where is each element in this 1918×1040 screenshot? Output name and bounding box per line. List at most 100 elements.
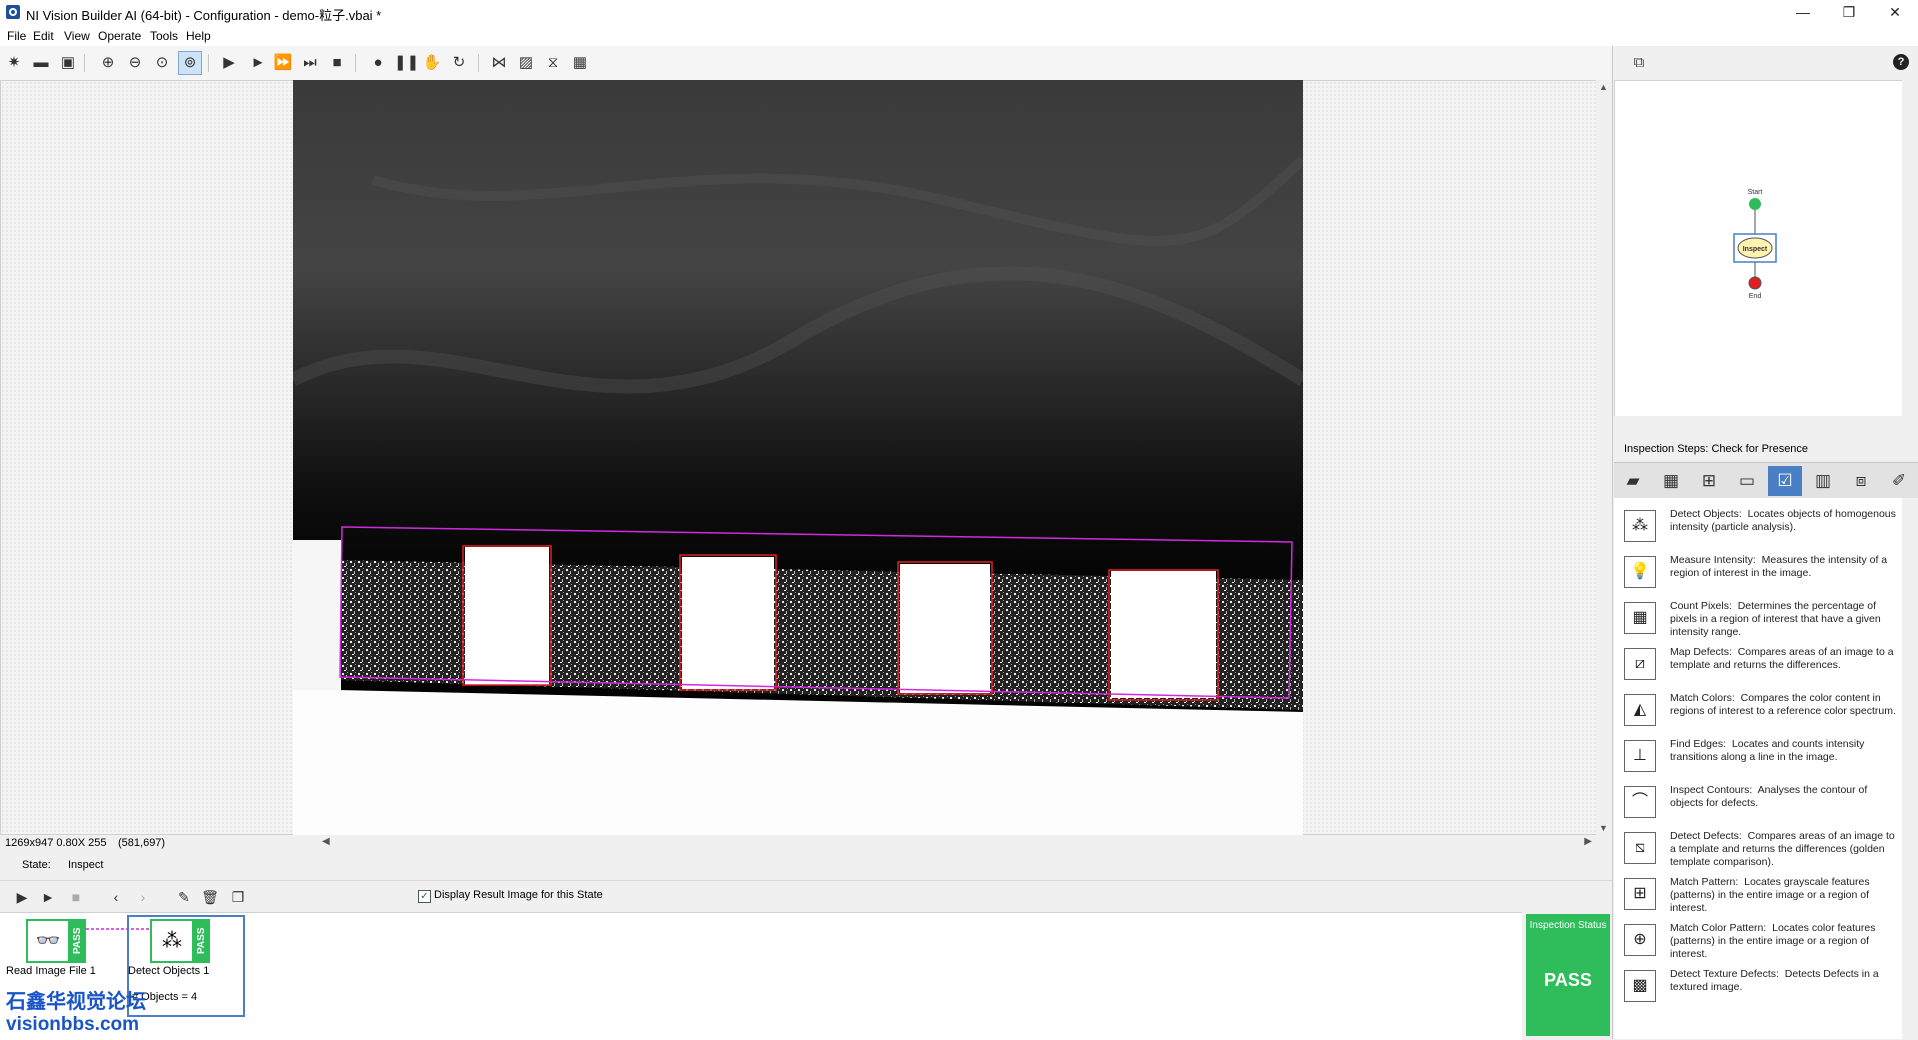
image-icon[interactable]: ▨ bbox=[515, 52, 537, 74]
inspect-contours-icon: ⌒ bbox=[1624, 786, 1656, 818]
menu-tools[interactable]: Tools bbox=[150, 29, 178, 43]
stop-icon[interactable]: ■ bbox=[326, 52, 348, 74]
image-status-bar: 1269x947 0.80X 255 (581,697) bbox=[0, 835, 320, 851]
copy-icon[interactable]: ❐ bbox=[228, 887, 248, 907]
next-icon[interactable]: › bbox=[133, 887, 153, 907]
window-title: NI Vision Builder AI (64-bit) - Configur… bbox=[26, 8, 382, 23]
tab-check-for-presence[interactable]: ☑ bbox=[1768, 466, 1802, 496]
tab-use-additional-tools[interactable]: ⧈ bbox=[1844, 466, 1878, 496]
step-run-icon[interactable]: ▶ bbox=[12, 887, 32, 907]
menu-view[interactable]: View bbox=[64, 29, 90, 43]
image-compare-icon[interactable]: ⧖ bbox=[542, 52, 564, 74]
restore-button[interactable]: ❐ bbox=[1826, 0, 1872, 26]
inspection-status-label: Inspection Status bbox=[1529, 920, 1607, 931]
display-result-checkbox[interactable]: ✓ bbox=[418, 890, 431, 903]
menu-operate[interactable]: Operate bbox=[98, 29, 141, 43]
tab-communicate[interactable]: ✐ bbox=[1882, 466, 1916, 496]
zoom-fit-icon[interactable]: ⊙ bbox=[151, 52, 173, 74]
save-icon[interactable]: ▣ bbox=[57, 52, 79, 74]
tab-acquire-images[interactable]: ▰ bbox=[1616, 466, 1650, 496]
state-toolbar: ▶ ► ■ ‹ › ✎ 🗑 ❐ ✓ Display Result Image f… bbox=[0, 880, 1612, 913]
step-item-detect-defects[interactable]: ⧅ Detect Defects: Compares areas of an i… bbox=[1614, 826, 1902, 870]
zoom-to-fit-active-icon[interactable]: ⊚ bbox=[178, 51, 202, 75]
help-icon[interactable]: ? bbox=[1893, 54, 1909, 70]
step-label: Read Image File 1 bbox=[6, 965, 96, 977]
open-icon[interactable]: ▬ bbox=[30, 52, 52, 74]
minimize-button[interactable]: — bbox=[1780, 0, 1826, 26]
diagram-vertical-scrollbar[interactable] bbox=[1902, 80, 1918, 416]
viewer-vertical-scrollbar[interactable]: ▲ ▼ bbox=[1596, 80, 1612, 835]
title-bar: NI Vision Builder AI (64-bit) - Configur… bbox=[0, 0, 1918, 26]
pause-icon[interactable]: ❚❚ bbox=[394, 52, 419, 74]
menu-edit[interactable]: Edit bbox=[33, 29, 54, 43]
inspection-status-value: PASS bbox=[1544, 970, 1592, 990]
step-item-measure-intensity[interactable]: 💡 Measure Intensity: Measures the intens… bbox=[1614, 550, 1902, 594]
watermark-text: 石鑫华视觉论坛 bbox=[6, 991, 146, 1013]
app-icon bbox=[6, 5, 20, 19]
step-read-image-file[interactable]: 👓 PASS bbox=[26, 919, 86, 963]
step-pass-badge: PASS bbox=[70, 919, 86, 963]
state-bar: State: Inspect bbox=[0, 855, 1612, 875]
hand-icon[interactable]: ✋ bbox=[421, 52, 443, 74]
flow-end-node[interactable] bbox=[1748, 276, 1762, 290]
state-value: Inspect bbox=[68, 859, 104, 871]
edit-icon[interactable]: ✎ bbox=[174, 887, 194, 907]
layout-icon[interactable]: ▦ bbox=[569, 52, 591, 74]
flow-start-node[interactable] bbox=[1749, 198, 1761, 210]
tab-locate-features[interactable]: ⊞ bbox=[1692, 466, 1726, 496]
viewer-horizontal-scrollbar[interactable]: ◀ ▶ bbox=[318, 835, 1596, 851]
step-item-match-color-pattern[interactable]: ⊕ Match Color Pattern: Locates color fea… bbox=[1614, 918, 1902, 962]
stop-icon[interactable]: ■ bbox=[66, 887, 86, 907]
step-title: Find Edges: bbox=[1670, 738, 1727, 750]
inspection-steps-title: Inspection Steps: Check for Presence bbox=[1624, 443, 1809, 455]
step-item-count-pixels[interactable]: ▦ Count Pixels: Determines the percentag… bbox=[1614, 596, 1902, 640]
detect-defects-icon: ⧅ bbox=[1624, 832, 1656, 864]
run-icon[interactable]: ► bbox=[247, 52, 269, 74]
inspection-step-list: ⁂ Detect Objects: Locates objects of hom… bbox=[1614, 498, 1902, 1039]
step-title: Detect Objects: bbox=[1670, 508, 1742, 520]
display-result-label: Display Result Image for this State bbox=[434, 889, 603, 901]
run-continuous-icon[interactable]: ⏩ bbox=[272, 52, 294, 74]
zoom-out-icon[interactable]: ⊖ bbox=[124, 52, 146, 74]
step-run-icon[interactable]: ▶ bbox=[218, 52, 240, 74]
delete-icon[interactable]: 🗑 bbox=[200, 887, 220, 907]
new-icon[interactable]: ✷ bbox=[3, 52, 25, 74]
step-label: Detect Objects 1 bbox=[128, 965, 210, 977]
count-pixels-icon: ▦ bbox=[1624, 602, 1656, 634]
lightbulb-icon[interactable]: ● bbox=[367, 52, 389, 74]
step-detect-objects[interactable]: ⁂ PASS bbox=[150, 919, 210, 963]
close-button[interactable]: ✕ bbox=[1872, 0, 1918, 26]
image-mode-icon[interactable]: ⋈ bbox=[488, 52, 510, 74]
diagram-horizontal-scrollbar[interactable] bbox=[1614, 416, 1918, 432]
previous-icon[interactable]: ‹ bbox=[106, 887, 126, 907]
step-item-match-pattern[interactable]: ⊞ Match Pattern: Locates grayscale featu… bbox=[1614, 872, 1902, 916]
step-item-detect-texture-defects[interactable]: ▩ Detect Texture Defects: Detects Defect… bbox=[1614, 964, 1902, 1008]
refresh-icon[interactable]: ↻ bbox=[448, 52, 470, 74]
menu-help[interactable]: Help bbox=[186, 29, 211, 43]
watermark-url: visionbbs.com bbox=[6, 1014, 140, 1035]
inspection-image[interactable] bbox=[289, 80, 1307, 835]
step-title: Match Pattern: bbox=[1670, 876, 1739, 888]
inspection-step-strip: 👓 PASS Read Image File 1 ⁂ PASS Detect O… bbox=[0, 912, 1522, 1040]
run-icon[interactable]: ► bbox=[38, 887, 58, 907]
step-item-detect-objects[interactable]: ⁂ Detect Objects: Locates objects of hom… bbox=[1614, 504, 1902, 548]
zoom-in-icon[interactable]: ⊕ bbox=[97, 52, 119, 74]
flow-start-label: Start bbox=[1748, 189, 1763, 196]
tab-identify-parts[interactable]: ▥ bbox=[1806, 466, 1840, 496]
tab-enhance-images[interactable]: ▦ bbox=[1654, 466, 1688, 496]
step-item-map-defects[interactable]: ⧄ Map Defects: Compares areas of an imag… bbox=[1614, 642, 1902, 686]
step-list-scrollbar[interactable] bbox=[1902, 498, 1918, 1039]
measure-intensity-icon: 💡 bbox=[1624, 556, 1656, 588]
step-title: Count Pixels: bbox=[1670, 600, 1732, 612]
flow-inspect-label: Inspect bbox=[1743, 246, 1768, 253]
step-item-inspect-contours[interactable]: ⌒ Inspect Contours: Analyses the contour… bbox=[1614, 780, 1902, 824]
match-color-pattern-icon: ⊕ bbox=[1624, 924, 1656, 956]
step-item-find-edges[interactable]: ⊥ Find Edges: Locates and counts intensi… bbox=[1614, 734, 1902, 778]
state-label: State: bbox=[22, 859, 51, 871]
layout-toggle-icon[interactable]: ⧉ bbox=[1627, 52, 1651, 74]
state-diagram[interactable]: Start Inspect End bbox=[1614, 80, 1904, 418]
tab-measure-features[interactable]: ▭ bbox=[1730, 466, 1764, 496]
menu-file[interactable]: File bbox=[7, 29, 26, 43]
step-skip-icon[interactable]: ⏭ bbox=[299, 52, 321, 74]
step-item-match-colors[interactable]: ◭ Match Colors: Compares the color conte… bbox=[1614, 688, 1902, 732]
